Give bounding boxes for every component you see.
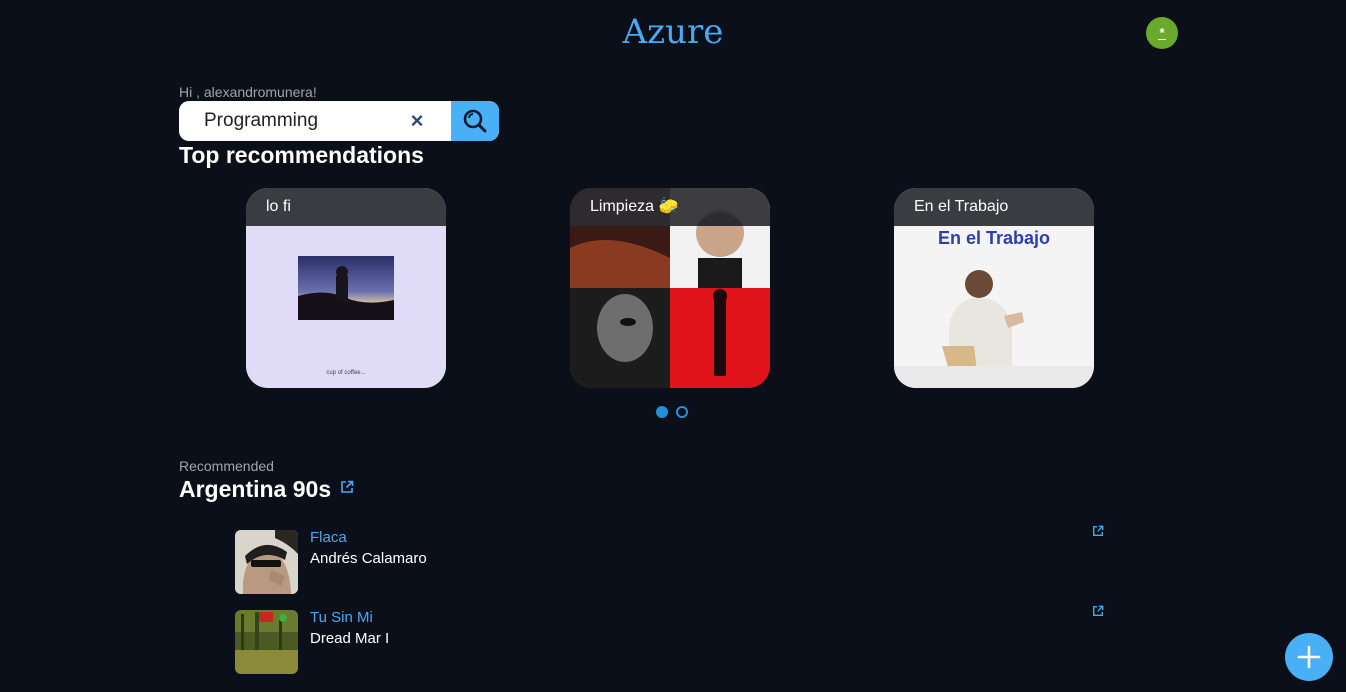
carousel-dot-2[interactable] [676,406,688,418]
track-artist: Dread Mar I [310,630,390,647]
recommendation-card-lofi[interactable]: lo fi cup of coffee... [246,188,446,388]
track-cover [235,530,298,594]
greeting-text: Hi , alexandromunera! [179,84,317,100]
card-title: Limpieza 🧽 [570,188,770,226]
playlist-cover: En el Trabajo [894,226,1094,388]
playlist-title: Argentina 90s [179,476,332,502]
recommendation-card-en-el-trabajo[interactable]: En el Trabajo En el Trabajo [894,188,1094,388]
track-row: Flaca Andrés Calamaro [235,525,1105,594]
recommended-label: Recommended [179,458,274,474]
search-button[interactable] [451,101,499,141]
carousel-pagination [656,406,688,418]
cover-caption: cup of coffee... [326,370,366,376]
search-bar: × [179,101,499,141]
track-cover [235,610,298,674]
app-title: Azure [622,12,724,52]
clear-search-button[interactable]: × [405,109,429,133]
track-title[interactable]: Flaca [310,529,347,546]
external-link-icon[interactable] [340,480,354,494]
avatar-initial: * [1158,25,1166,40]
recommendation-card-limpieza[interactable]: Limpieza 🧽 [570,188,770,388]
carousel-dot-1[interactable] [656,406,668,418]
plus-icon [1297,645,1321,669]
close-icon: × [410,108,424,133]
user-avatar[interactable]: * [1146,17,1178,49]
track-title[interactable]: Tu Sin Mi [310,609,373,626]
playlist-cover: cup of coffee... [246,226,446,388]
card-title: lo fi [246,188,446,226]
cover-text: En el Trabajo [937,228,1051,248]
search-input[interactable] [179,101,424,141]
track-row: Tu Sin Mi Dread Mar I [235,605,1105,674]
add-button[interactable] [1285,633,1333,681]
external-link-icon[interactable] [1092,525,1104,537]
top-recommendations-heading: Top recommendations [179,142,424,168]
external-link-icon[interactable] [1092,605,1104,617]
track-artist: Andrés Calamaro [310,550,427,567]
card-title: En el Trabajo [894,188,1094,226]
search-icon [463,109,487,133]
